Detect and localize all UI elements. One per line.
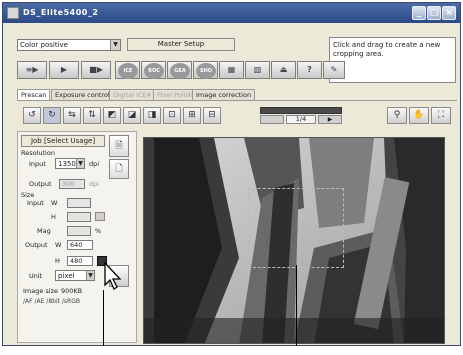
title-bar[interactable]: DS_Elite5400_2 _ □ × xyxy=(3,3,460,23)
eject-button[interactable]: ⏏ xyxy=(271,61,296,79)
job-select-button[interactable]: Job [Select Usage] xyxy=(21,135,105,147)
play-icon: ▶ xyxy=(327,116,333,123)
next-frame-button[interactable]: ▶ xyxy=(318,115,342,124)
output-h-label: H xyxy=(55,257,60,265)
ice-button[interactable]: ICE xyxy=(115,61,140,79)
tab-divider xyxy=(17,100,457,101)
window-title: DS_Elite5400_2 xyxy=(23,8,99,17)
app-icon xyxy=(7,7,19,19)
fullscreen-icon[interactable]: ⛶ xyxy=(431,107,451,124)
tone-button[interactable]: ▦ xyxy=(219,61,244,79)
prefs-icon: ✎ xyxy=(330,65,338,74)
gea-button[interactable]: GEA xyxy=(167,61,192,79)
scanner-window: DS_Elite5400_2 _ □ × Color positive ▼ Ma… xyxy=(2,2,461,346)
manual-focus-icon[interactable]: ◪ xyxy=(123,107,141,124)
unit-value: pixel xyxy=(58,272,75,280)
size-label: Size xyxy=(21,191,35,199)
master-setup-button[interactable]: Master Setup xyxy=(127,38,235,51)
unit-label: Unit xyxy=(29,272,43,280)
output-w-field[interactable]: 640 xyxy=(67,240,93,250)
tone2-icon: ▧ xyxy=(253,65,262,74)
rotate-left-icon[interactable]: ↺ xyxy=(23,107,41,124)
rotate-right-icon[interactable]: ↻ xyxy=(43,107,61,124)
input-w-field[interactable] xyxy=(67,198,91,208)
input-w-label: W xyxy=(51,199,58,207)
tone-icon: ▦ xyxy=(227,65,236,74)
size-output-label: Output xyxy=(25,241,48,249)
help-text: Click and drag to create a new cropping … xyxy=(329,37,456,83)
tone2-button[interactable]: ▧ xyxy=(245,61,270,79)
prescan-button[interactable]: ≡▶ xyxy=(17,61,47,79)
ice-icon: ICE xyxy=(118,63,138,79)
flip-vertical-icon[interactable]: ⇅ xyxy=(83,107,101,124)
scan-to-file-button[interactable]: ■▶ xyxy=(81,61,111,79)
help-icon: ? xyxy=(307,65,312,74)
prefs-button[interactable]: ✎ xyxy=(323,61,345,79)
fit-crop-icon[interactable]: ⊟ xyxy=(203,107,221,124)
scan-icon: ▶ xyxy=(60,65,68,74)
link-ratio-button[interactable] xyxy=(95,212,105,221)
mag-unit: % xyxy=(95,227,102,235)
preview-area[interactable] xyxy=(143,137,445,344)
output-res-label: Output xyxy=(29,180,52,188)
callout-line-left xyxy=(103,290,104,346)
crop-icon[interactable]: ⊞ xyxy=(183,107,201,124)
scan-button[interactable]: ▶ xyxy=(49,61,79,79)
point-focus-icon[interactable]: ◨ xyxy=(143,107,161,124)
chevron-down-icon: ▼ xyxy=(110,40,120,50)
frame-strip[interactable] xyxy=(260,107,342,114)
image-size-value: 900KB xyxy=(61,287,83,295)
flip-horizontal-icon[interactable]: ⇆ xyxy=(63,107,81,124)
resolution-label: Resolution xyxy=(21,149,55,157)
scan-to-file-icon: ■▶ xyxy=(89,65,103,74)
auto-focus-icon[interactable]: ◩ xyxy=(103,107,121,124)
image-size-label: Image size xyxy=(23,287,59,295)
mouse-cursor-icon xyxy=(104,261,122,290)
mode-select[interactable]: Color positive ▼ xyxy=(17,39,121,51)
prescan-icon: ≡▶ xyxy=(25,65,39,74)
input-h-label: H xyxy=(51,213,56,221)
output-w-label: W xyxy=(55,241,62,249)
close-button[interactable]: × xyxy=(442,6,456,20)
minimize-button[interactable]: _ xyxy=(412,6,426,20)
input-res-select[interactable]: 1350 ▼ xyxy=(55,158,85,169)
callout-line-right xyxy=(296,265,297,346)
chevron-down-icon: ▼ xyxy=(76,159,84,168)
input-h-field[interactable] xyxy=(67,212,91,222)
hand-icon[interactable]: ✋ xyxy=(409,107,429,124)
mag-field[interactable] xyxy=(67,226,91,236)
prev-frame-button[interactable] xyxy=(260,115,284,124)
format-text: /AF /AE /8bit /sRGB xyxy=(23,298,80,305)
gea-icon: GEA xyxy=(170,63,190,79)
crop-box[interactable] xyxy=(248,188,344,268)
input-res-value: 1350 xyxy=(58,160,76,168)
color-picker-icon[interactable]: ⊡ xyxy=(163,107,181,124)
sho-button[interactable]: SHO xyxy=(193,61,218,79)
sho-icon: SHO xyxy=(196,63,216,79)
output-res-unit: dpi xyxy=(89,180,100,188)
help-button[interactable]: ? xyxy=(297,61,322,79)
maximize-button[interactable]: □ xyxy=(427,6,441,20)
job-save-icon[interactable]: 🗋 xyxy=(109,159,129,179)
mode-select-value: Color positive xyxy=(20,41,68,49)
frame-counter: 1/4 xyxy=(286,115,316,124)
mag-label: Mag xyxy=(37,227,51,235)
size-input-label: Input xyxy=(27,199,44,207)
input-res-unit: dpi xyxy=(89,160,100,168)
eject-icon: ⏏ xyxy=(279,65,288,74)
unit-select[interactable]: pixel ▼ xyxy=(55,270,95,281)
output-h-field[interactable]: 480 xyxy=(67,256,93,266)
chevron-down-icon: ▼ xyxy=(86,271,94,280)
input-res-label: Input xyxy=(29,160,46,168)
job-file-icon[interactable]: 🗎 xyxy=(109,135,129,157)
output-res-select[interactable]: 300 xyxy=(59,179,85,189)
roc-icon: ROC xyxy=(144,63,164,79)
roc-button[interactable]: ROC xyxy=(141,61,166,79)
zoom-icon[interactable]: ⚲ xyxy=(387,107,407,124)
